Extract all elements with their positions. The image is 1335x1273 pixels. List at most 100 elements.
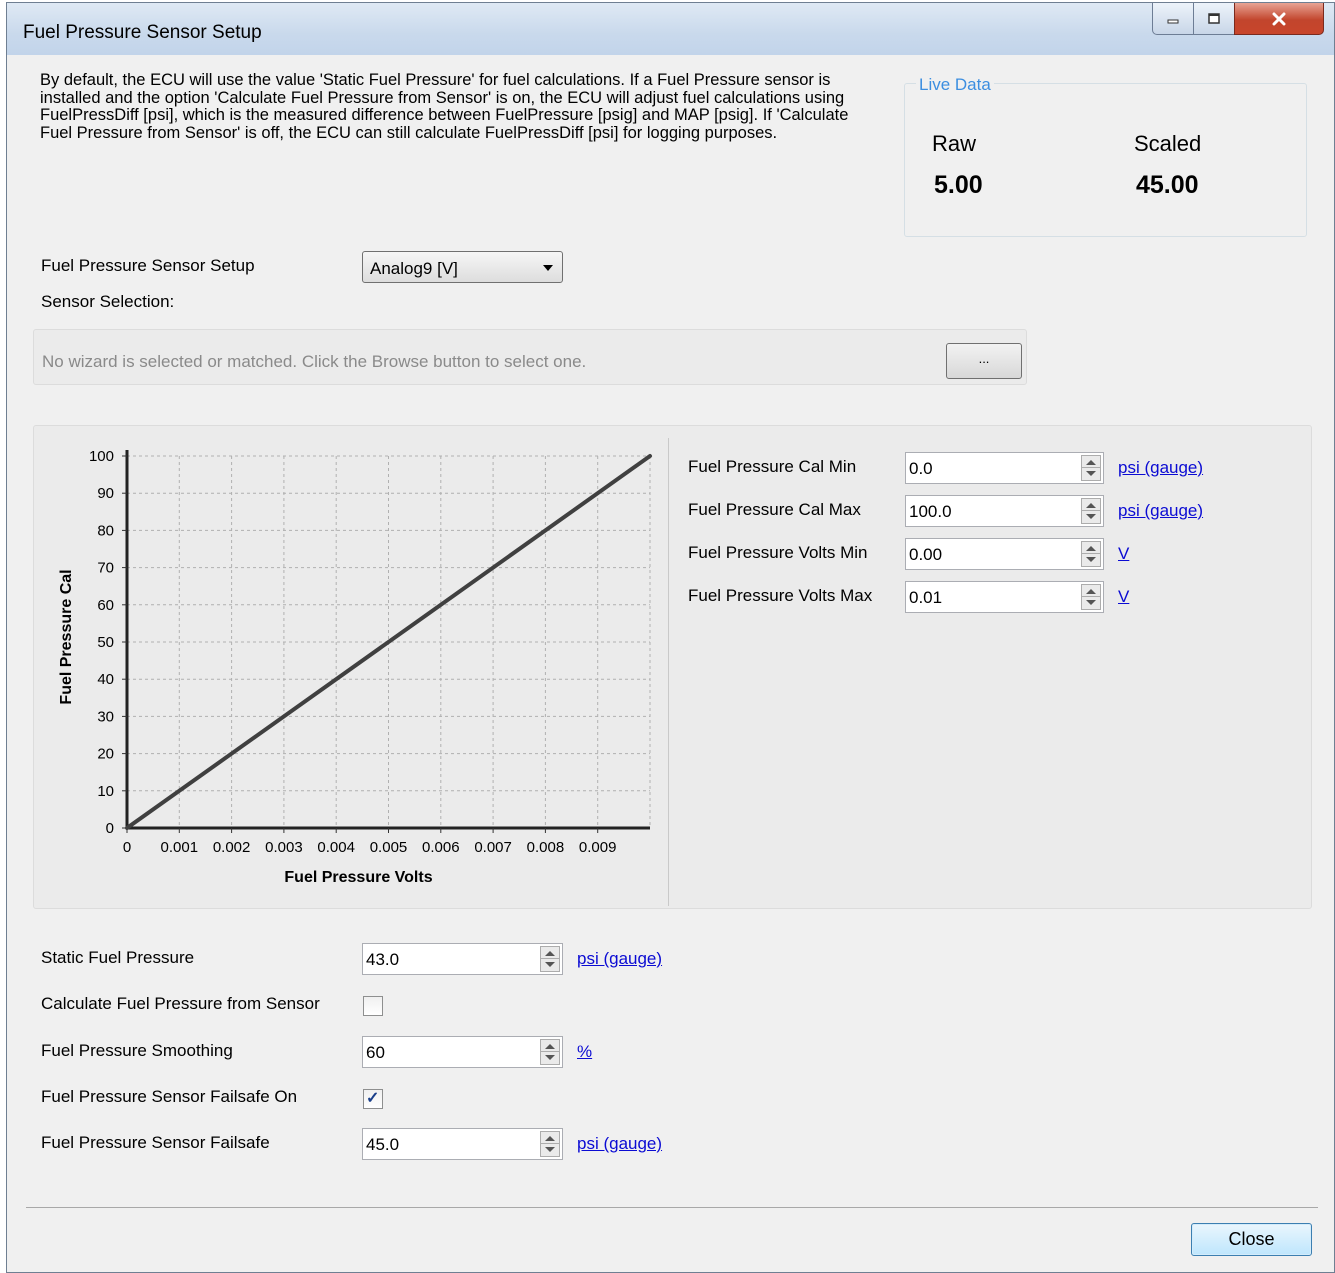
sensor-select-value: Analog9 [V] xyxy=(370,259,458,278)
close-window-button[interactable] xyxy=(1234,3,1324,35)
window-title: Fuel Pressure Sensor Setup xyxy=(23,22,262,43)
x-tick-label: 0.004 xyxy=(317,839,355,856)
y-tick-label: 80 xyxy=(97,522,114,539)
y-tick-label: 0 xyxy=(106,820,114,837)
sensor-setup-label: Fuel Pressure Sensor Setup xyxy=(41,256,255,275)
checkmark-icon: ✓ xyxy=(366,1090,380,1107)
calc-from-sensor-label: Calculate Fuel Pressure from Sensor xyxy=(41,994,320,1013)
volts-max-input[interactable]: 0.01 xyxy=(905,581,1104,613)
y-tick-label: 100 xyxy=(89,448,114,465)
raw-value: 5.00 xyxy=(934,171,983,199)
maximize-icon xyxy=(1208,12,1220,24)
spin-down-icon[interactable] xyxy=(545,1147,555,1152)
panel-divider xyxy=(668,438,669,906)
volts-max-spinner[interactable] xyxy=(1081,584,1101,610)
smoothing-unit-link[interactable]: % xyxy=(577,1042,592,1062)
failsafe-value: 45.0 xyxy=(366,1135,400,1154)
spin-down-icon[interactable] xyxy=(1086,557,1096,562)
chart-y-label: Fuel Pressure Cal xyxy=(58,569,75,704)
volts-max-unit-link[interactable]: V xyxy=(1118,587,1129,607)
cal-min-spinner[interactable] xyxy=(1081,455,1101,481)
smoothing-value: 60 xyxy=(366,1043,385,1062)
spin-down-icon[interactable] xyxy=(1086,514,1096,519)
static-fuel-pressure-spinner[interactable] xyxy=(540,946,560,972)
volts-min-input[interactable]: 0.00 xyxy=(905,538,1104,570)
failsafe-spinner[interactable] xyxy=(540,1131,560,1157)
y-tick-label: 40 xyxy=(97,671,114,688)
calibration-chart: 0 0.001 0.002 0.003 0.004 0.005 0.006 0.007 0.00… xyxy=(58,448,652,886)
spin-up-icon[interactable] xyxy=(545,951,555,956)
minimize-icon xyxy=(1167,19,1179,23)
x-tick-label: 0 xyxy=(123,839,131,856)
volts-min-spinner[interactable] xyxy=(1081,541,1101,567)
cal-min-input[interactable]: 0.0 xyxy=(905,452,1104,484)
volts-max-value: 0.01 xyxy=(909,588,943,607)
raw-label: Raw xyxy=(932,131,977,156)
smoothing-spinner[interactable] xyxy=(540,1039,560,1065)
calc-from-sensor-checkbox[interactable] xyxy=(363,996,383,1016)
static-fuel-pressure-input[interactable]: 43.0 xyxy=(362,943,563,975)
scaled-label: Scaled xyxy=(1134,131,1202,156)
sensor-select-dropdown[interactable]: Analog9 [V] xyxy=(362,251,563,283)
failsafe-on-label: Fuel Pressure Sensor Failsafe On xyxy=(41,1087,298,1106)
chevron-down-icon xyxy=(543,265,553,271)
close-icon xyxy=(1272,12,1286,25)
minimize-button[interactable] xyxy=(1152,3,1194,35)
scaled-value: 45.00 xyxy=(1136,171,1199,199)
spin-down-icon[interactable] xyxy=(1086,600,1096,605)
cal-max-input[interactable]: 100.0 xyxy=(905,495,1104,527)
wizard-status-text: No wizard is selected or matched. Click … xyxy=(42,352,587,371)
wizard-panel: No wizard is selected or matched. Click … xyxy=(33,329,1027,385)
browse-button[interactable]: ... xyxy=(946,343,1022,379)
static-fuel-pressure-label: Static Fuel Pressure xyxy=(41,948,195,967)
x-tick-label: 0.003 xyxy=(265,839,303,856)
spin-up-icon[interactable] xyxy=(1086,503,1096,508)
failsafe-label: Fuel Pressure Sensor Failsafe xyxy=(41,1133,270,1152)
smoothing-label: Fuel Pressure Smoothing xyxy=(41,1041,233,1060)
cal-max-value: 100.0 xyxy=(909,502,952,521)
static-fuel-pressure-value: 43.0 xyxy=(366,950,400,969)
failsafe-input[interactable]: 45.0 xyxy=(362,1128,563,1160)
chart-x-label: Fuel Pressure Volts xyxy=(284,869,432,886)
spin-up-icon[interactable] xyxy=(545,1044,555,1049)
x-tick-label: 0.008 xyxy=(527,839,565,856)
x-tick-label: 0.009 xyxy=(579,839,617,856)
title-bar[interactable]: Fuel Pressure Sensor Setup xyxy=(7,3,1334,55)
cal-max-spinner[interactable] xyxy=(1081,498,1101,524)
cal-max-label: Fuel Pressure Cal Max xyxy=(688,500,861,519)
volts-min-unit-link[interactable]: V xyxy=(1118,544,1129,564)
x-tick-label: 0.007 xyxy=(474,839,512,856)
failsafe-unit-link[interactable]: psi (gauge) xyxy=(577,1134,662,1154)
spin-down-icon[interactable] xyxy=(1086,471,1096,476)
spin-up-icon[interactable] xyxy=(1086,589,1096,594)
y-tick-label: 30 xyxy=(97,708,114,725)
live-data-group xyxy=(904,83,1307,237)
x-tick-label: 0.006 xyxy=(422,839,460,856)
smoothing-input[interactable]: 60 xyxy=(362,1036,563,1068)
sensor-selection-label: Sensor Selection: xyxy=(41,292,175,311)
y-tick-label: 20 xyxy=(97,746,114,763)
y-tick-label: 10 xyxy=(97,783,114,800)
live-data-title: Live Data xyxy=(916,75,994,95)
volts-max-label: Fuel Pressure Volts Max xyxy=(688,586,873,605)
y-tick-label: 60 xyxy=(97,597,114,614)
close-button[interactable]: Close xyxy=(1191,1223,1312,1256)
spin-down-icon[interactable] xyxy=(545,962,555,967)
maximize-button[interactable] xyxy=(1193,3,1235,35)
cal-min-value: 0.0 xyxy=(909,459,933,478)
y-tick-label: 70 xyxy=(97,560,114,577)
cal-min-label: Fuel Pressure Cal Min xyxy=(688,457,857,476)
failsafe-on-checkbox[interactable]: ✓ xyxy=(363,1089,383,1109)
chart-ticks: 0 0.001 0.002 0.003 0.004 0.005 0.006 0.007 0.00… xyxy=(89,448,617,856)
description-text: By default, the ECU will use the value '… xyxy=(40,71,849,142)
cal-min-unit-link[interactable]: psi (gauge) xyxy=(1118,458,1203,478)
spin-down-icon[interactable] xyxy=(545,1055,555,1060)
y-tick-label: 90 xyxy=(97,485,114,502)
volts-min-value: 0.00 xyxy=(909,545,943,564)
spin-up-icon[interactable] xyxy=(545,1136,555,1141)
spin-up-icon[interactable] xyxy=(1086,460,1096,465)
cal-max-unit-link[interactable]: psi (gauge) xyxy=(1118,501,1203,521)
footer-divider xyxy=(26,1207,1318,1208)
static-fuel-pressure-unit-link[interactable]: psi (gauge) xyxy=(577,949,662,969)
spin-up-icon[interactable] xyxy=(1086,546,1096,551)
